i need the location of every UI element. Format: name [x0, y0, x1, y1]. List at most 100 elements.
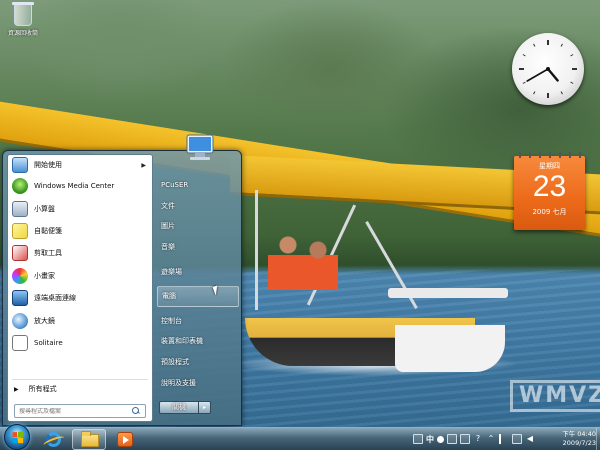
clock-tick — [522, 54, 526, 57]
place-documents[interactable]: 文件 — [157, 196, 239, 217]
show-desktop-button[interactable] — [596, 428, 600, 450]
start-search-input[interactable] — [15, 407, 131, 415]
place-games[interactable]: 遊樂場 — [157, 261, 239, 282]
clock-tick — [570, 81, 574, 84]
start-button[interactable] — [4, 424, 30, 450]
recycle-bin-label: 資源回收筒 — [7, 30, 38, 37]
search-icon[interactable] — [131, 406, 141, 416]
program-label: 自黏便箋 — [34, 226, 62, 235]
program-label: 小算盤 — [34, 204, 55, 213]
action-center-flag-icon[interactable] — [499, 434, 509, 444]
ime-indicator[interactable]: 中 — [426, 434, 434, 445]
clock-hour-hand — [546, 67, 559, 82]
clock-minute-hand — [526, 68, 549, 82]
wallpaper-boat — [395, 300, 505, 372]
remote-desktop-icon — [12, 290, 28, 307]
all-programs-button[interactable]: ▶ 所有程式 — [14, 384, 57, 394]
start-menu-programs-pane: 開始使用 ▶ Windows Media Center 小算盤 自黏便箋 剪取工… — [7, 154, 153, 422]
shutdown-button[interactable]: 關機 — [159, 401, 199, 414]
wallpaper-pilots — [268, 230, 338, 300]
recycle-bin-icon — [12, 2, 34, 26]
clock-tick — [570, 54, 574, 57]
magnifier-icon — [12, 312, 28, 329]
volume-icon[interactable]: ◀ — [525, 434, 535, 444]
wallpaper-watermark: WMVZ — [510, 380, 600, 412]
program-item-paint[interactable]: 小畫家 — [8, 265, 152, 287]
program-label: 剪取工具 — [34, 249, 62, 258]
places-list: PCuSER 文件 圖片 音樂 遊樂場 電腦 控制台 裝置和印表機 預設程式 說… — [157, 175, 239, 393]
place-control-panel[interactable]: 控制台 — [157, 311, 239, 332]
program-label: 遠端桌面連線 — [34, 294, 76, 303]
program-list: 開始使用 ▶ Windows Media Center 小算盤 自黏便箋 剪取工… — [8, 155, 152, 354]
snipping-tool-icon — [12, 245, 28, 262]
place-music[interactable]: 音樂 — [157, 237, 239, 258]
place-user-folder[interactable]: PCuSER — [157, 175, 239, 196]
programs-separator — [12, 379, 148, 380]
program-label: Solitaire — [34, 338, 63, 347]
place-devices-printers[interactable]: 裝置和印表機 — [157, 331, 239, 352]
paint-icon — [12, 267, 28, 284]
clock-tick — [560, 91, 563, 95]
program-item-magnifier[interactable]: 放大鏡 — [8, 309, 152, 331]
place-pictures[interactable]: 圖片 — [157, 216, 239, 237]
clock-tick — [533, 43, 536, 47]
windows-logo-icon — [12, 431, 25, 445]
place-computer[interactable]: 電腦 — [157, 285, 239, 307]
media-player-icon — [117, 432, 133, 447]
calculator-icon — [12, 200, 28, 217]
program-label: 小畫家 — [34, 271, 55, 280]
program-item-sticky-notes[interactable]: 自黏便箋 — [8, 220, 152, 242]
ime-pad-icon[interactable] — [447, 434, 457, 444]
program-item-remote-desktop[interactable]: 遠端桌面連線 — [8, 287, 152, 309]
ime-mode-icon[interactable] — [437, 435, 444, 443]
wallpaper-boat-roof — [388, 288, 508, 298]
solitaire-icon — [12, 334, 28, 351]
program-item-solitaire[interactable]: Solitaire — [8, 332, 152, 354]
taskbar-date: 2009/7/23 — [562, 439, 596, 447]
program-label: 開始使用 — [34, 161, 62, 169]
program-item-getting-started[interactable]: 開始使用 ▶ — [8, 155, 152, 175]
all-programs-label: 所有程式 — [28, 385, 57, 393]
taskbar-media-player[interactable] — [108, 429, 142, 450]
shutdown-options-arrow-icon[interactable]: ▸ — [199, 401, 211, 414]
clock-tick — [533, 91, 536, 95]
program-item-calculator[interactable]: 小算盤 — [8, 197, 152, 219]
calendar-day: 23 — [532, 170, 567, 203]
windows-explorer-icon — [81, 431, 99, 447]
all-programs-arrow-icon: ▶ — [14, 385, 19, 393]
ime-settings-icon[interactable] — [460, 434, 470, 444]
program-label: 放大鏡 — [34, 316, 55, 325]
calendar-year-month: 2009 七月 — [532, 208, 567, 216]
program-item-media-center[interactable]: Windows Media Center — [8, 175, 152, 197]
start-menu-places-pane: PCuSER 文件 圖片 音樂 遊樂場 電腦 控制台 裝置和印表機 預設程式 說… — [157, 134, 239, 421]
calendar-gadget[interactable]: 星期四 23 2009 七月 — [514, 152, 585, 230]
language-bar-icon[interactable] — [413, 434, 423, 444]
taskbar-clock[interactable]: 下午 04:40 2009/7/23 — [556, 430, 596, 448]
program-item-snipping-tool[interactable]: 剪取工具 — [8, 242, 152, 264]
submenu-arrow-icon: ▶ — [141, 161, 146, 169]
taskbar-time: 下午 04:40 — [562, 430, 596, 438]
network-icon[interactable] — [512, 434, 522, 444]
help-icon[interactable]: ? — [473, 434, 483, 444]
start-search-box[interactable] — [14, 404, 146, 418]
taskbar-windows-explorer[interactable] — [72, 429, 106, 450]
shutdown-control: 關機 ▸ — [159, 401, 211, 414]
place-help-support[interactable]: 說明及支援 — [157, 372, 239, 393]
clock-tick — [522, 81, 526, 84]
calendar-ring — [514, 152, 585, 158]
user-picture-icon[interactable] — [179, 131, 219, 167]
media-center-icon — [12, 178, 28, 195]
recycle-bin[interactable]: 資源回收筒 — [6, 2, 40, 37]
start-menu: 開始使用 ▶ Windows Media Center 小算盤 自黏便箋 剪取工… — [2, 134, 242, 426]
clock-gadget[interactable] — [512, 33, 584, 105]
program-label: Windows Media Center — [34, 182, 115, 191]
place-default-programs[interactable]: 預設程式 — [157, 352, 239, 373]
tray-expand-icon[interactable]: ⌃ — [486, 434, 496, 444]
system-tray: 中 ? ⌃ ◀ — [413, 432, 538, 446]
wallpaper-strut — [255, 190, 258, 310]
sticky-notes-icon — [12, 222, 28, 239]
taskbar-internet-explorer[interactable] — [36, 429, 70, 450]
getting-started-icon — [12, 157, 28, 173]
clock-tick — [560, 43, 563, 47]
clock-face — [519, 40, 577, 98]
